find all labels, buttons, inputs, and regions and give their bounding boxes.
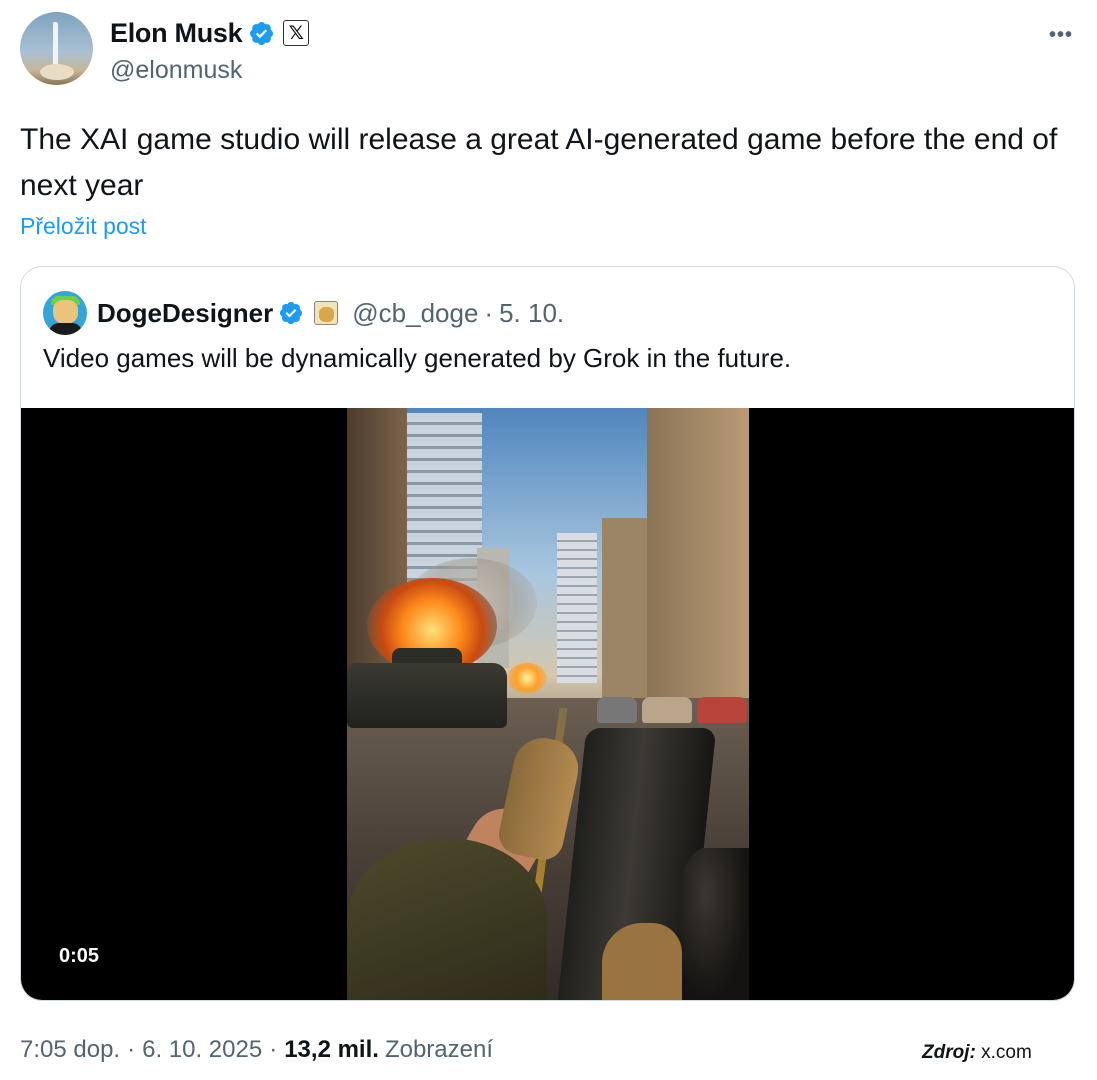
quoted-tweet-card[interactable]: DogeDesigner @cb_doge · 5. 10. Video gam… <box>20 266 1075 1001</box>
post-date[interactable]: 6. 10. 2025 <box>142 1036 262 1064</box>
rocket-graphic <box>53 22 58 68</box>
quoted-author-handle[interactable]: @cb_doge <box>352 298 478 329</box>
quoted-author-name[interactable]: DogeDesigner <box>97 298 273 329</box>
post-time[interactable]: 7:05 dop. <box>20 1036 120 1064</box>
launch-plume-graphic <box>40 64 74 80</box>
quoted-tweet-text: Video games will be dynamically generate… <box>43 343 792 373</box>
views-label: Zobrazení <box>384 1036 493 1063</box>
car-graphic <box>697 697 747 723</box>
source-value: x.com <box>981 1042 1032 1063</box>
right-facade-graphic <box>647 408 749 718</box>
tweet-metadata: 7:05 dop. · 6. 10. 2025 · 13,2 mil. Zobr… <box>20 1036 493 1064</box>
more-horizontal-icon[interactable]: ••• <box>1049 24 1073 47</box>
separator-dot: · <box>127 1036 136 1063</box>
video-player[interactable]: 0:05 <box>21 408 1074 1000</box>
doge-affiliate-badge-icon <box>314 301 339 325</box>
source-credit: Zdroj: x.com <box>922 1042 1032 1064</box>
avatar-face-graphic <box>53 300 78 324</box>
car-graphic <box>597 697 637 723</box>
sleeve-graphic <box>347 838 547 1000</box>
x-logo-badge-icon: 𝕏 <box>283 20 310 46</box>
author-name-row: Elon Musk 𝕏 <box>110 16 310 50</box>
tweet-text: The XAI game studio will release a great… <box>20 123 1058 202</box>
verified-badge-icon <box>250 21 274 45</box>
view-count: 13,2 mil. <box>284 1036 379 1063</box>
tweet-header: Elon Musk 𝕏 @elonmusk ••• <box>20 10 1077 88</box>
author-name[interactable]: Elon Musk <box>110 18 243 49</box>
author-avatar[interactable] <box>20 12 93 85</box>
tank-graphic <box>347 663 507 728</box>
muzzle-flash-graphic <box>507 663 547 693</box>
right-building-graphic <box>602 518 652 698</box>
separator-dot: · <box>484 297 494 328</box>
video-frame <box>347 408 749 1000</box>
avatar-shirt-graphic <box>49 323 82 335</box>
author-handle[interactable]: @elonmusk <box>110 56 242 85</box>
video-duration: 0:05 <box>59 945 100 967</box>
quoted-author-avatar[interactable] <box>43 291 87 335</box>
doge-face-graphic <box>319 307 335 322</box>
right-glove-graphic <box>602 923 682 1000</box>
source-label: Zdroj: <box>922 1042 976 1063</box>
separator-dot: · <box>269 1036 278 1063</box>
parked-cars-graphic <box>597 683 747 723</box>
verified-badge-icon <box>280 301 303 325</box>
rifle-barrel-graphic <box>677 848 749 1000</box>
quoted-tweet-header: DogeDesigner @cb_doge · 5. 10. <box>43 291 564 335</box>
quoted-tweet-date[interactable]: 5. 10. <box>499 298 564 329</box>
car-graphic <box>642 697 692 723</box>
translate-post-link[interactable]: Přeložit post <box>20 213 147 240</box>
distant-tower-graphic <box>557 533 597 683</box>
